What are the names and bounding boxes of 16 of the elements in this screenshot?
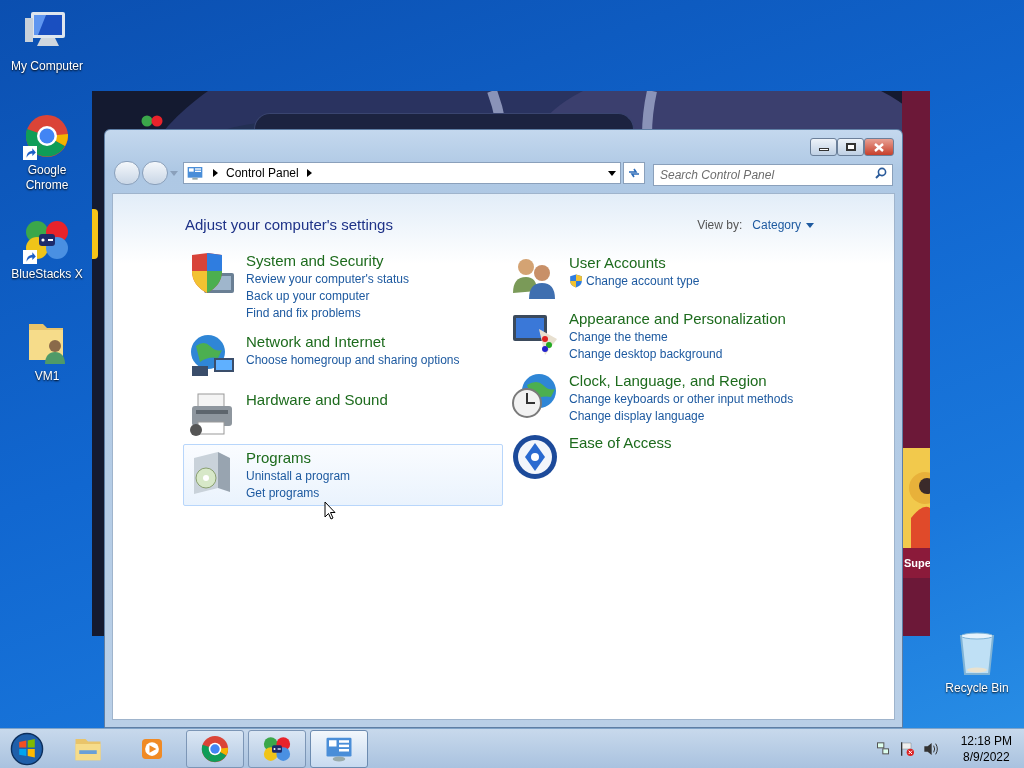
clock-date[interactable]: 8/9/2022 [962,748,1010,765]
chrome-icon [200,733,230,764]
taskbar-button[interactable] [248,729,306,768]
volume-icon[interactable] [922,740,939,757]
chrome-icon[interactable] [23,112,71,160]
shortcut-arrow-icon [23,250,37,264]
shortcut-arrow-icon [23,146,37,160]
desktop-icon-label[interactable]: My Computer [7,59,87,74]
desktop-icon-label[interactable]: BlueStacks X [7,267,87,282]
flag-icon[interactable] [898,740,915,757]
desktop-icon-label[interactable]: Recycle Bin [937,681,1017,696]
desktop-icon-label[interactable]: Google Chrome [7,163,87,193]
network-icon[interactable] [874,740,891,757]
clock-time[interactable]: 12:18 PM [960,732,1012,749]
desktop-icon-label[interactable]: VM1 [7,369,87,384]
start-button[interactable] [10,731,44,766]
